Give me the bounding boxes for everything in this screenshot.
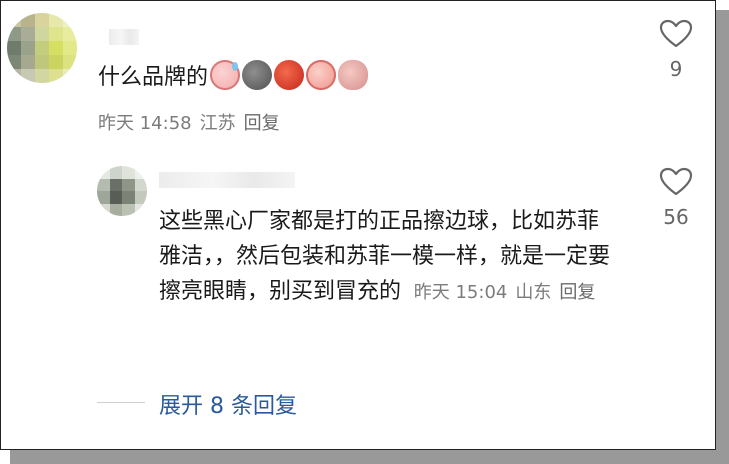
- gray-face-emoji: [242, 60, 273, 90]
- avatar[interactable]: [97, 166, 147, 216]
- angry-face-emoji: [274, 60, 305, 90]
- comment-text: 这些黑心厂家都是打的正品擦边球，比如苏菲雅洁，，然后包装和苏菲一模一样，就是一定…: [159, 204, 619, 310]
- like-button[interactable]: 9: [656, 19, 696, 81]
- username-blurred[interactable]: [109, 29, 139, 45]
- reply-button[interactable]: 回复: [559, 282, 595, 303]
- comment-location: 江苏: [199, 113, 236, 134]
- comment-time: 昨天 15:04: [413, 282, 508, 303]
- heart-icon: [659, 167, 693, 196]
- reply-button[interactable]: 回复: [244, 113, 280, 134]
- heart-icon: [659, 19, 693, 48]
- comment-panel: 什么品牌的 昨天 14:58 江苏 回复 9 56 这些黑心厂家都是打的正品擦边…: [0, 0, 716, 450]
- comment-meta: 昨天 14:58 江苏 回复: [98, 109, 288, 135]
- comment-meta: 昨天 15:04 山东 回复: [408, 282, 603, 303]
- like-count: 56: [663, 205, 689, 229]
- frame-shadow: [716, 10, 729, 464]
- laugh-face-emoji: [306, 60, 337, 90]
- comment-location: 山东: [515, 282, 552, 303]
- frame-shadow: [10, 450, 729, 464]
- comment-text-body: 什么品牌的: [98, 65, 209, 90]
- sweat-face-emoji: [210, 60, 241, 90]
- expand-replies-button[interactable]: 展开 8 条回复: [159, 388, 297, 420]
- divider: [97, 402, 145, 403]
- facepalm-face-emoji: [338, 60, 369, 90]
- like-button[interactable]: 56: [656, 167, 696, 229]
- avatar[interactable]: [7, 13, 77, 83]
- like-count: 9: [669, 57, 683, 81]
- username-blurred[interactable]: [159, 172, 295, 188]
- comment-text: 什么品牌的: [98, 59, 369, 91]
- comment-time: 昨天 14:58: [98, 113, 192, 134]
